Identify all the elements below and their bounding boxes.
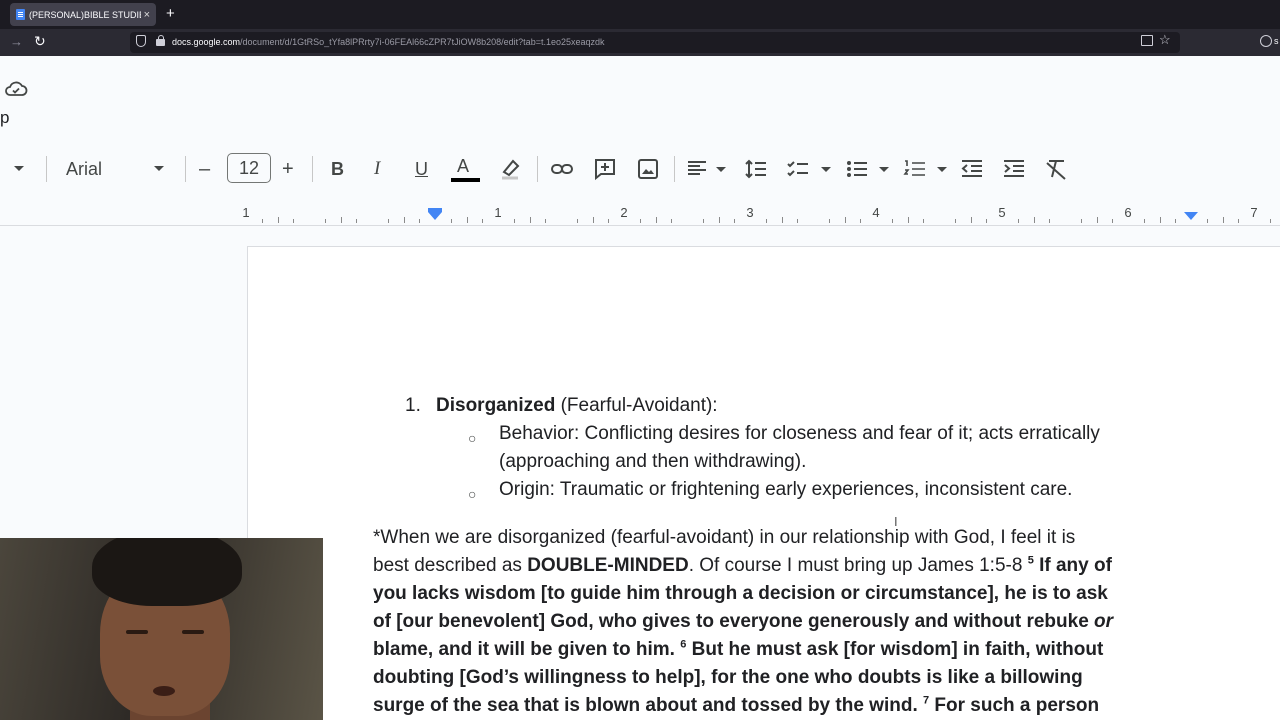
text-cursor-icon: I <box>894 514 898 529</box>
text-run: of [our benevolent] God, who gives to ev… <box>373 611 1095 632</box>
scripture-line[interactable]: of [our benevolent] God, who gives to ev… <box>373 608 1113 636</box>
sub-bullet: ○ <box>468 486 477 502</box>
text-run: For such a person <box>929 695 1100 716</box>
origin-text[interactable]: Origin: Traumatic or frightening early e… <box>499 476 1072 504</box>
behavior-text-continued[interactable]: (approaching and then withdrawing). <box>499 448 806 476</box>
list-item-title: Disorganized <box>436 395 556 416</box>
scripture-text: If any of <box>1033 555 1112 576</box>
sub-bullet: ○ <box>468 430 477 446</box>
list-item-subtitle: (Fearful-Avoidant): <box>555 395 718 416</box>
list-item-heading[interactable]: Disorganized (Fearful-Avoidant): <box>436 392 718 420</box>
paragraph-line[interactable]: *When we are disorganized (fearful-avoid… <box>373 524 1075 552</box>
text-run: best described as <box>373 555 528 576</box>
text-run: blame, and it will be given to him. <box>373 639 681 660</box>
text-run: But he must ask [for wisdom] in faith, w… <box>686 639 1104 660</box>
scripture-line[interactable]: doubting [God’s willingness to help], fo… <box>373 664 1083 692</box>
list-number: 1. <box>405 395 421 416</box>
scripture-line[interactable]: surge of the sea that is blown about and… <box>373 692 1099 720</box>
webcam-person-hair <box>92 538 242 606</box>
scripture-line[interactable]: you lacks wisdom [to guide him through a… <box>373 580 1108 608</box>
emphasis-text: DOUBLE-MINDED <box>527 555 689 576</box>
behavior-text[interactable]: Behavior: Conflicting desires for closen… <box>499 420 1100 448</box>
text-run: . Of course I must bring up James 1:5-8 <box>688 555 1028 576</box>
webcam-overlay <box>0 538 323 720</box>
italic-text: or <box>1094 611 1114 632</box>
paragraph-line[interactable]: best described as DOUBLE-MINDED. Of cour… <box>373 552 1112 580</box>
webcam-person-eye <box>182 630 204 634</box>
webcam-person-mouth <box>153 686 175 696</box>
webcam-person-eye <box>126 630 148 634</box>
scripture-line[interactable]: blame, and it will be given to him. 6 Bu… <box>373 636 1103 664</box>
text-run: surge of the sea that is blown about and… <box>373 695 923 716</box>
